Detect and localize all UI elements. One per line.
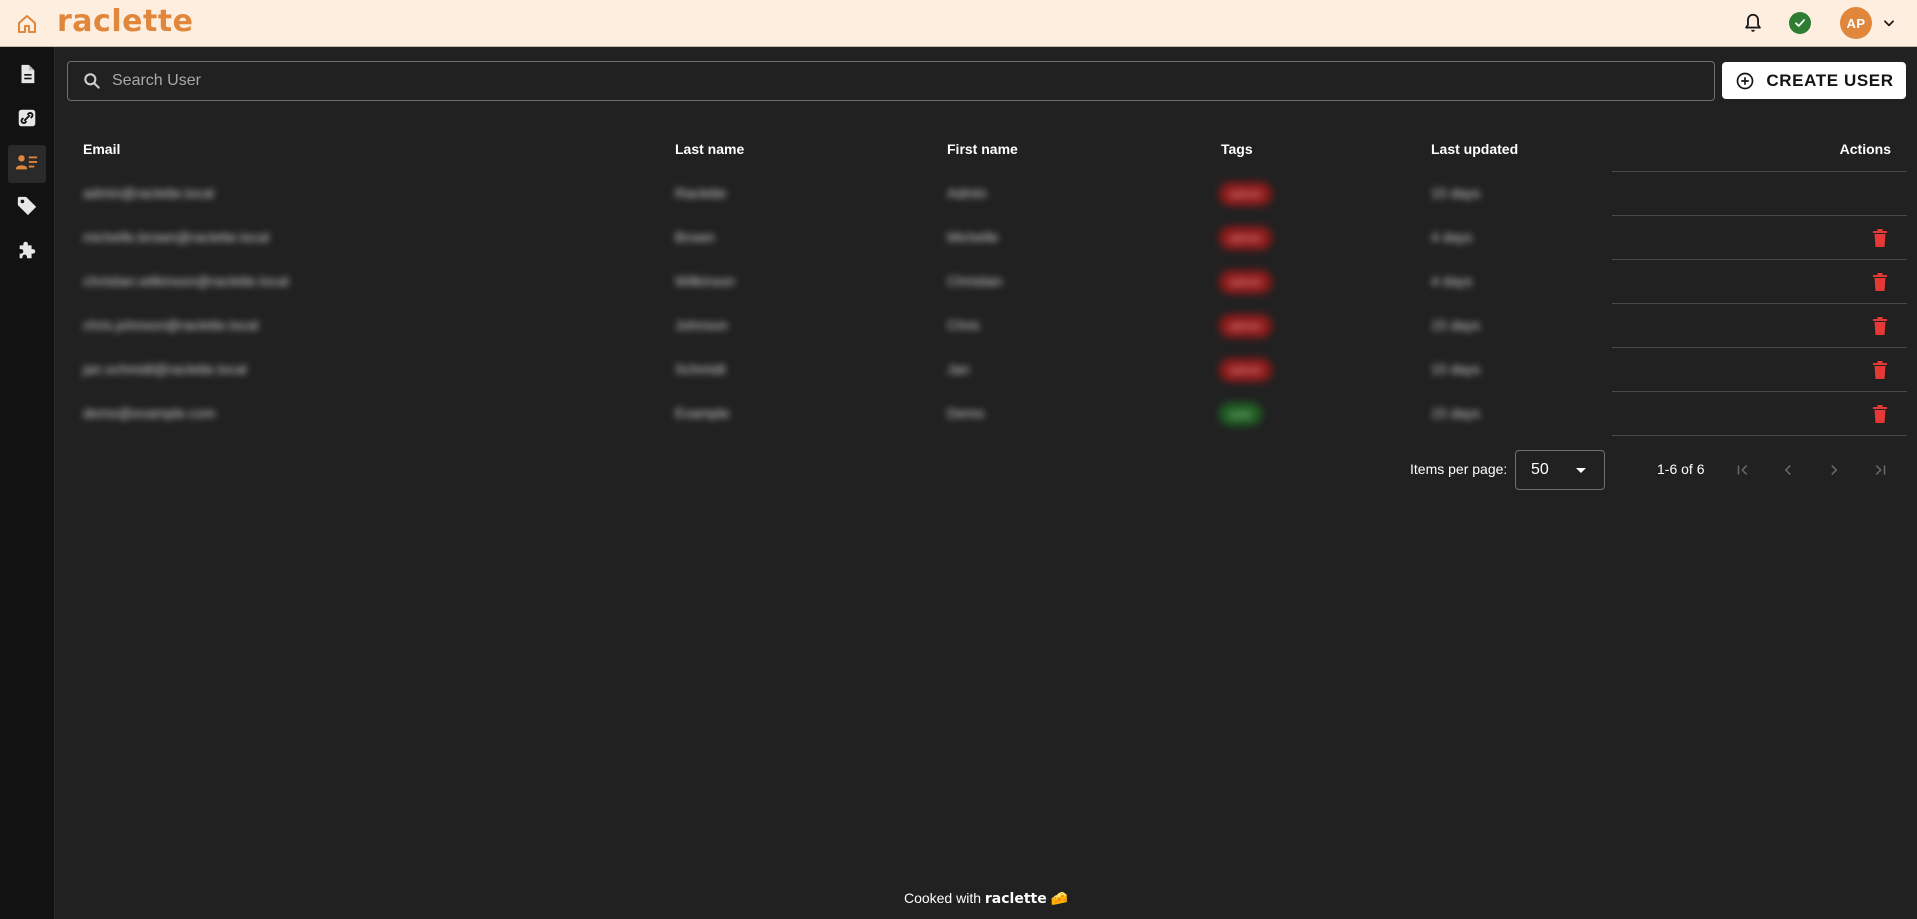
users-table: Email Last name First name Tags Last upd… [67,128,1907,436]
delete-user-button[interactable] [1869,359,1891,381]
first-name-cell: Christian [947,273,1003,289]
dropdown-arrow-icon [1576,468,1586,473]
table-row[interactable]: chris.johnson@raclette.local Johnson Chr… [67,304,1907,348]
tag-chip: admin [1219,226,1272,250]
items-per-page-label: Items per page: [1410,461,1508,477]
trash-icon [1873,405,1887,423]
chevron-left-icon [1784,464,1791,476]
nav-item-reports[interactable] [8,57,46,95]
top-app-bar: raclette AP [0,0,1917,47]
puzzle-icon [16,239,38,266]
last-name-cell: Raclette [675,185,727,201]
email-cell: chris.johnson@raclette.local [83,317,259,333]
last-page-icon [1875,464,1886,476]
trash-icon [1873,229,1887,247]
last-name-cell: Johnson [675,317,728,333]
table-header: Email Last name First name Tags Last upd… [67,128,1907,172]
last-updated-cell: 15 days [1431,405,1481,421]
table-row[interactable]: demo@example.com Example Demo user 15 da… [67,392,1907,436]
nav-item-tags[interactable] [8,189,46,227]
last-page-button[interactable] [1867,457,1893,483]
email-cell: jan.schmidt@raclette.local [83,361,247,377]
table-row[interactable]: michelle.brown@raclette.local Brown Mich… [67,216,1907,260]
create-user-button[interactable]: CREATE USER [1722,62,1906,99]
trash-icon [1873,273,1887,291]
delete-user-button[interactable] [1869,315,1891,337]
delete-user-button[interactable] [1869,403,1891,425]
footer-prefix: Cooked with [903,890,981,906]
user-list-icon [15,151,39,178]
app-logo[interactable]: raclette [57,4,193,40]
first-page-icon [1737,464,1748,476]
first-name-cell: Demo [947,405,985,421]
email-cell: michelle.brown@raclette.local [83,229,270,245]
first-name-cell: Michelle [947,229,999,245]
tag-chip: admin [1219,182,1272,206]
email-cell: demo@example.com [83,405,216,421]
tag-chip: admin [1219,358,1272,382]
last-updated-cell: 4 days [1431,229,1473,245]
delete-user-button[interactable] [1869,271,1891,293]
table-row[interactable]: christian.wilkinson@raclette.local Wilki… [67,260,1907,304]
next-page-button[interactable] [1821,457,1847,483]
column-header-first-name[interactable]: First name [947,141,1018,157]
last-updated-cell: 15 days [1431,317,1481,333]
email-cell: christian.wilkinson@raclette.local [83,273,289,289]
chevron-down-icon[interactable] [1880,14,1898,32]
user-avatar[interactable]: AP [1840,7,1872,39]
trash-icon [1873,361,1887,379]
footer: Cooked with raclette 🧀 [55,890,1917,907]
search-input[interactable] [112,62,1714,100]
first-page-button[interactable] [1730,457,1756,483]
last-updated-cell: 4 days [1431,273,1473,289]
tag-chip: admin [1219,270,1272,294]
nav-item-users[interactable] [8,145,46,183]
search-icon [80,69,104,93]
column-header-email[interactable]: Email [83,141,120,157]
nav-item-links[interactable] [8,101,46,139]
table-pagination: Items per page: 50 1-6 of 6 [0,449,1917,491]
last-name-cell: Brown [675,229,715,245]
tag-chip: user [1219,402,1263,426]
add-circle-icon [1734,70,1756,92]
delete-user-button[interactable] [1869,227,1891,249]
column-header-actions: Actions [1839,141,1891,157]
last-name-cell: Wilkinson [675,273,735,289]
home-icon[interactable] [13,10,40,37]
link-icon [16,107,38,134]
column-header-last-updated[interactable]: Last updated [1431,141,1518,157]
last-name-cell: Schmidt [675,361,726,377]
search-field[interactable] [67,61,1715,101]
cheese-icon: 🧀 [1050,890,1069,906]
trash-icon [1873,317,1887,335]
last-updated-cell: 15 days [1431,361,1481,377]
last-updated-cell: 15 days [1431,185,1481,201]
table-row[interactable]: admin@raclette.local Raclette Admin admi… [67,172,1907,216]
items-per-page-value: 50 [1531,461,1549,478]
tag-icon [16,195,38,222]
chevron-right-icon [1831,464,1838,476]
table-row[interactable]: jan.schmidt@raclette.local Schmidt Jan a… [67,348,1907,392]
page-range-label: 1-6 of 6 [1657,461,1705,477]
first-name-cell: Chris [947,317,980,333]
check-circle-icon[interactable] [1789,12,1811,34]
last-name-cell: Example [675,405,730,421]
column-header-tags[interactable]: Tags [1221,141,1253,157]
document-icon [16,63,38,90]
items-per-page-select[interactable]: 50 [1515,450,1605,490]
bell-icon[interactable] [1740,10,1766,36]
email-cell: admin@raclette.local [83,185,214,201]
column-header-last-name[interactable]: Last name [675,141,744,157]
footer-brand[interactable]: raclette [985,891,1047,907]
tag-chip: admin [1219,314,1272,338]
previous-page-button[interactable] [1775,457,1801,483]
first-name-cell: Admin [947,185,987,201]
nav-item-plugins[interactable] [8,233,46,271]
first-name-cell: Jan [947,361,970,377]
create-user-label: CREATE USER [1766,70,1894,90]
